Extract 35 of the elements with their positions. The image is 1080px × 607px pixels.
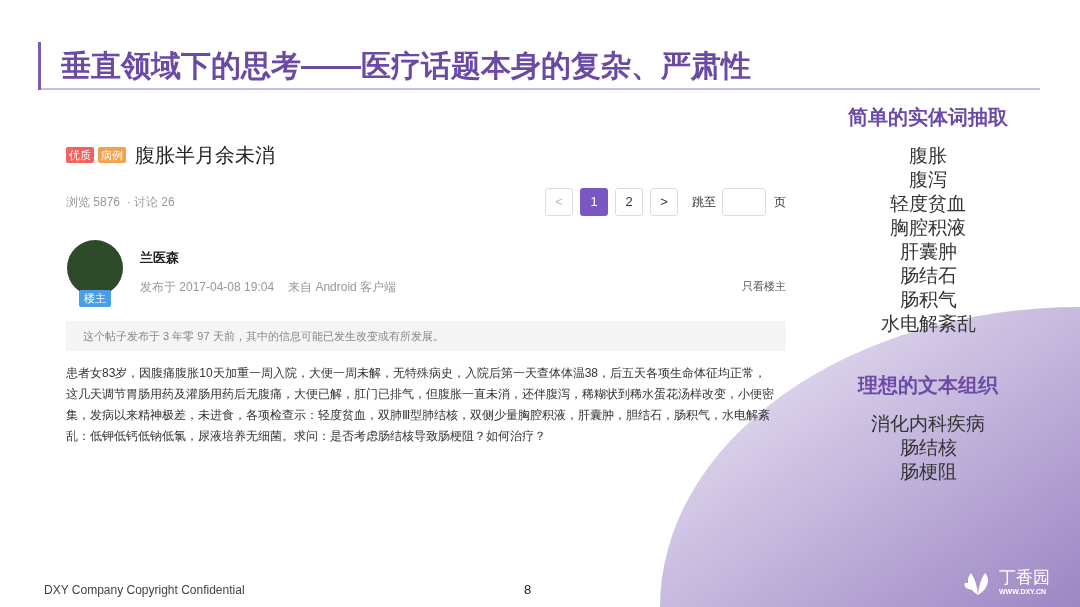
entity-term: 轻度贫血 (890, 192, 966, 216)
copyright-text: DXY Company Copyright Confidential (44, 582, 246, 599)
entity-term: 腹胀 (909, 144, 947, 168)
title-bar (38, 42, 41, 90)
post-title: 腹胀半月余未消 (135, 143, 275, 168)
page-number: 8 (524, 581, 532, 600)
post-date: 发布于 2017-04-08 19:04 (140, 278, 275, 296)
entity-term: 水电解紊乱 (880, 312, 976, 336)
entity-term: 肠梗阻 (899, 460, 957, 484)
section-heading: 理想的文本组织 (858, 373, 998, 398)
author-only-link[interactable]: 只看楼主 (742, 278, 786, 295)
tag: 优质 (66, 146, 94, 164)
jump-label: 跳至 (692, 194, 716, 211)
entity-term: 肠结核 (899, 436, 957, 460)
page-button[interactable]: 2 (615, 188, 643, 216)
post-source: 来自 Android 客户端 (288, 278, 397, 296)
entity-term: 消化内科疾病 (871, 412, 985, 436)
logo-text: 丁香园 (999, 568, 1050, 587)
post-stats: 浏览 5876 · 讨论 26 (66, 194, 176, 211)
next-page-button[interactable]: > (650, 188, 678, 216)
page-input[interactable] (722, 188, 766, 216)
tag: 病例 (98, 146, 126, 164)
entity-term: 肠结石 (899, 264, 957, 288)
slide-title: 垂直领域下的思考——医疗话题本身的复杂、严肃性 (61, 47, 751, 84)
author-badge: 楼主 (79, 290, 111, 307)
entity-term: 肝囊肿 (899, 240, 957, 264)
author-name: 兰医森 (140, 249, 180, 267)
entity-term: 肠积气 (899, 288, 957, 312)
entity-term: 胸腔积液 (890, 216, 966, 240)
section-heading: 简单的实体词抽取 (848, 105, 1008, 130)
page-unit: 页 (774, 194, 786, 211)
page-button[interactable]: 1 (580, 188, 608, 216)
entity-term: 腹泻 (909, 168, 947, 192)
notice-banner: 这个帖子发布于 3 年零 97 天前，其中的信息可能已发生改变或有所发展。 (66, 320, 786, 351)
post-body: 患者女83岁，因腹痛腹胀10天加重一周入院，大便一周未解，无特殊病史，入院后第一天查体体温38，后五天各项生命体征均正常，这几天调节胃肠用药及灌肠用药后无腹痛，大便已解，肛门已排气，但腹胀一直未消，还伴腹泻，稀糊状到稀水蛋花汤样改变，小便密集，发病以来精神极差，未进食，各项检查示：轻度贫血，双肺Ⅲ型肺结核，双侧少量胸腔积液，肝囊肿，胆结石，肠积气，水电解紊乱：低钾低钙低钠低氯，尿液培养无细菌。求问：是否考虑肠结核导致肠梗阻？如何治疗？ (66, 365, 775, 445)
